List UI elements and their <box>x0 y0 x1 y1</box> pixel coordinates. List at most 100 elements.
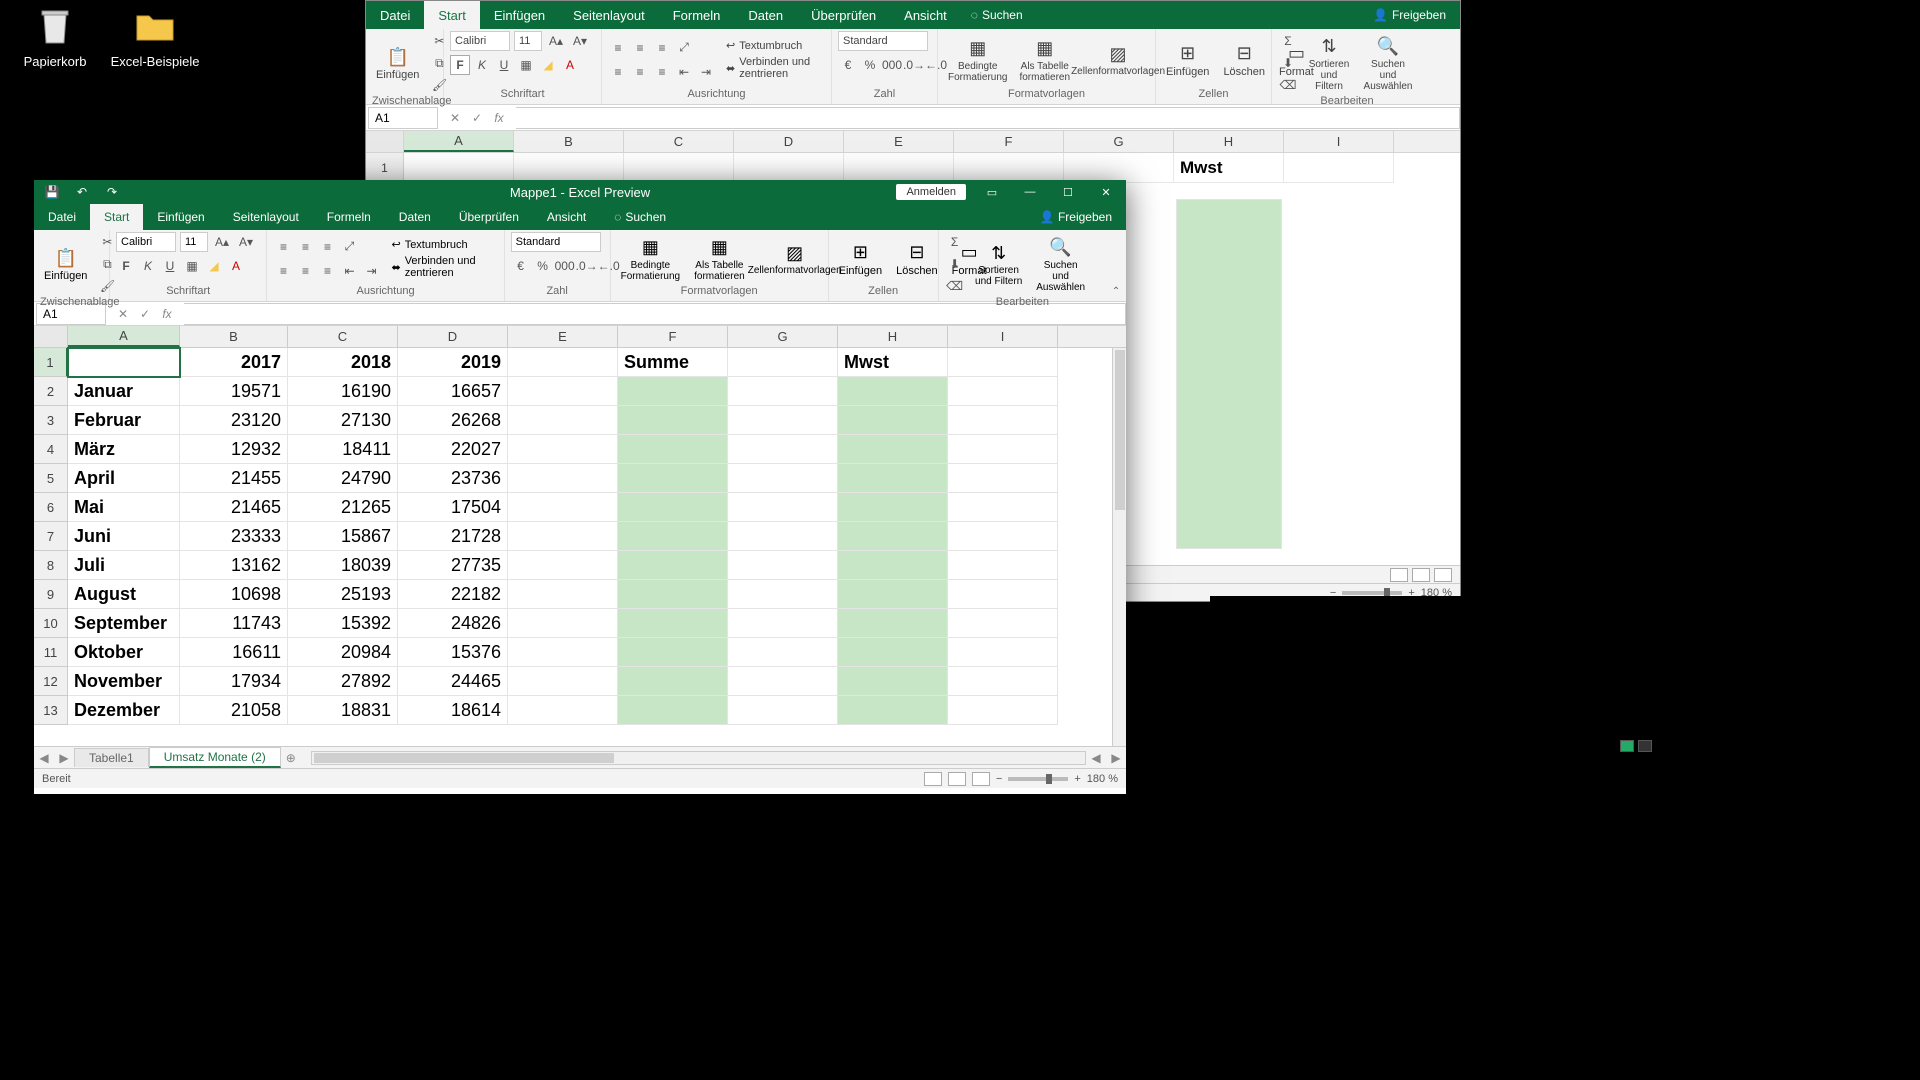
cell-F9[interactable] <box>618 580 728 609</box>
cell-D13[interactable]: 18614 <box>398 696 508 725</box>
fg-row-header-9[interactable]: 9 <box>34 580 68 609</box>
cell-D9[interactable]: 22182 <box>398 580 508 609</box>
cell-A7[interactable]: Juni <box>68 522 180 551</box>
tab-formulas[interactable]: Formeln <box>659 1 735 29</box>
font-size-select[interactable]: 11 <box>514 31 542 51</box>
cell-F3[interactable] <box>618 406 728 435</box>
fg-col-D[interactable]: D <box>398 326 508 347</box>
fg-clear[interactable]: ⌫ <box>945 276 965 296</box>
fg-font-name[interactable]: Calibri <box>116 232 176 252</box>
cell-C6[interactable]: 21265 <box>288 493 398 522</box>
cell-H11[interactable] <box>838 638 948 667</box>
cell-E11[interactable] <box>508 638 618 667</box>
cell-H2[interactable] <box>838 377 948 406</box>
fg-hscrollbar[interactable] <box>311 751 1086 765</box>
col-I[interactable]: I <box>1284 131 1394 152</box>
fg-col-H[interactable]: H <box>838 326 948 347</box>
fg-row-header-11[interactable]: 11 <box>34 638 68 667</box>
cell-I3[interactable] <box>948 406 1058 435</box>
cell-C7[interactable]: 15867 <box>288 522 398 551</box>
tab-view[interactable]: Ansicht <box>890 1 961 29</box>
cell-I6[interactable] <box>948 493 1058 522</box>
bold-button[interactable]: F <box>450 55 470 75</box>
fg-enter-formula[interactable]: ✓ <box>136 305 154 323</box>
fg-font-size[interactable]: 11 <box>180 232 208 252</box>
cell-D3[interactable]: 26268 <box>398 406 508 435</box>
cell-C2[interactable]: 16190 <box>288 377 398 406</box>
fg-currency[interactable]: € <box>511 256 531 276</box>
cell-G1[interactable] <box>728 348 838 377</box>
cell-G2[interactable] <box>728 377 838 406</box>
fg-col-A[interactable]: A <box>68 326 180 347</box>
fill-color-button[interactable]: ◢ <box>538 55 558 75</box>
cell-E10[interactable] <box>508 609 618 638</box>
cell-E5[interactable] <box>508 464 618 493</box>
enter-formula-button[interactable]: ✓ <box>468 109 486 127</box>
fg-tab-review[interactable]: Überprüfen <box>445 204 533 230</box>
cell-B7[interactable]: 23333 <box>180 522 288 551</box>
fg-select-all[interactable] <box>34 326 68 347</box>
cell-D2[interactable]: 16657 <box>398 377 508 406</box>
orientation-button[interactable]: ⤢ <box>674 38 694 58</box>
cell-B11[interactable]: 16611 <box>180 638 288 667</box>
cell-styles-button[interactable]: ▨Zellenformatvorlagen <box>1078 40 1158 79</box>
underline-button[interactable]: U <box>494 55 514 75</box>
fill-button[interactable]: ⬇ <box>1278 53 1298 73</box>
fg-tab-view[interactable]: Ansicht <box>533 204 600 230</box>
fg-row-header-6[interactable]: 6 <box>34 493 68 522</box>
align-middle-button[interactable]: ≡ <box>630 38 650 58</box>
hscroll-right[interactable]: ▶ <box>1106 751 1126 765</box>
cell-B13[interactable]: 21058 <box>180 696 288 725</box>
decrease-indent-button[interactable]: ⇤ <box>674 62 694 82</box>
tab-insert[interactable]: Einfügen <box>480 1 559 29</box>
fg-fill-color-button[interactable]: ◢ <box>204 256 224 276</box>
fg-row-header-4[interactable]: 4 <box>34 435 68 464</box>
cell-I4[interactable] <box>948 435 1058 464</box>
cell-B1[interactable]: 2017 <box>180 348 288 377</box>
cell-H10[interactable] <box>838 609 948 638</box>
cell-B6[interactable]: 21465 <box>180 493 288 522</box>
cell-F7[interactable] <box>618 522 728 551</box>
insert-cells-button[interactable]: ⊞Einfügen <box>1162 40 1213 80</box>
cell-E4[interactable] <box>508 435 618 464</box>
cell-G5[interactable] <box>728 464 838 493</box>
fg-comma[interactable]: 000 <box>555 256 575 276</box>
align-left-button[interactable]: ≡ <box>608 62 628 82</box>
cell-E6[interactable] <box>508 493 618 522</box>
cell-B10[interactable]: 11743 <box>180 609 288 638</box>
cell-I11[interactable] <box>948 638 1058 667</box>
fg-cell-styles[interactable]: ▨Zellenformatvorlagen <box>755 239 835 278</box>
fg-percent[interactable]: % <box>533 256 553 276</box>
cell-E9[interactable] <box>508 580 618 609</box>
fx-button[interactable]: fx <box>490 109 508 127</box>
fg-align-mid[interactable]: ≡ <box>295 237 315 257</box>
cell-F5[interactable] <box>618 464 728 493</box>
fg-col-I[interactable]: I <box>948 326 1058 347</box>
tab-data[interactable]: Daten <box>734 1 797 29</box>
fg-search[interactable]: ◌Suchen <box>600 204 680 230</box>
align-center-button[interactable]: ≡ <box>630 62 650 82</box>
cell-G9[interactable] <box>728 580 838 609</box>
cell-D5[interactable]: 23736 <box>398 464 508 493</box>
select-all-corner[interactable] <box>366 131 404 152</box>
col-D[interactable]: D <box>734 131 844 152</box>
cell-E2[interactable] <box>508 377 618 406</box>
zoom-slider[interactable] <box>1008 777 1068 781</box>
cell-I8[interactable] <box>948 551 1058 580</box>
qat-undo-button[interactable]: ↶ <box>72 182 92 202</box>
cell-F11[interactable] <box>618 638 728 667</box>
fg-row-header-1[interactable]: 1 <box>34 348 68 377</box>
cell-I12[interactable] <box>948 667 1058 696</box>
cell-G10[interactable] <box>728 609 838 638</box>
new-sheet-button[interactable]: ⊕ <box>281 751 301 765</box>
fg-border-button[interactable]: ▦ <box>182 256 202 276</box>
cell-A10[interactable]: September <box>68 609 180 638</box>
view-break-button[interactable] <box>972 772 990 786</box>
close-button[interactable]: ✕ <box>1094 186 1118 199</box>
fg-row-header-12[interactable]: 12 <box>34 667 68 696</box>
cell-D6[interactable]: 17504 <box>398 493 508 522</box>
fg-autosum[interactable]: Σ <box>945 232 965 252</box>
col-H[interactable]: H <box>1174 131 1284 152</box>
cell-I7[interactable] <box>948 522 1058 551</box>
cell-G3[interactable] <box>728 406 838 435</box>
